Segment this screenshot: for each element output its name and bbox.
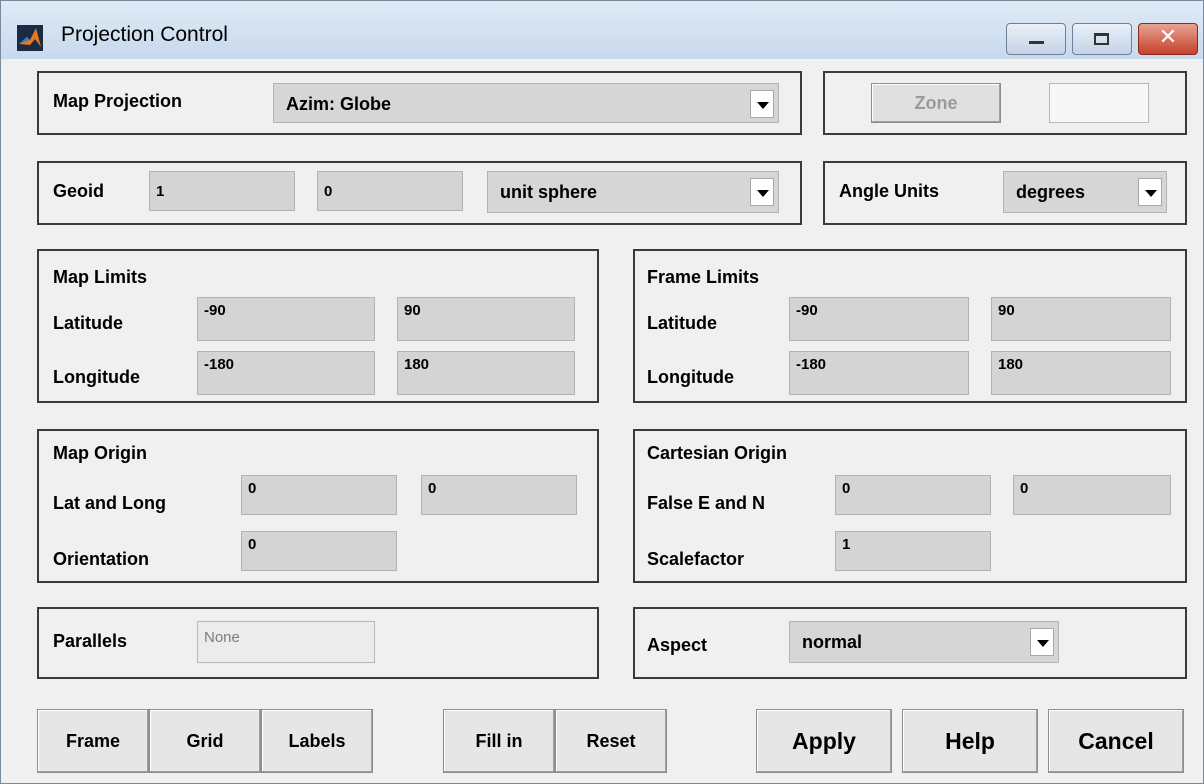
maximize-button[interactable] — [1072, 23, 1132, 55]
minimize-icon — [1029, 41, 1044, 44]
map-lon-min-field[interactable]: -180 — [197, 351, 375, 395]
apply-button[interactable]: Apply — [756, 709, 892, 773]
restore-icon — [1094, 33, 1109, 45]
zone-button[interactable]: Zone — [871, 83, 1001, 123]
cancel-button[interactable]: Cancel — [1048, 709, 1184, 773]
frame-lat-max-field[interactable]: 90 — [991, 297, 1171, 341]
chevron-down-icon — [1138, 178, 1162, 206]
angle-units-dropdown[interactable]: degrees — [1003, 171, 1167, 213]
geoid-semimajor-field[interactable]: 1 — [149, 171, 295, 211]
map-latitude-label: Latitude — [53, 313, 123, 333]
lat-and-long-label: Lat and Long — [53, 493, 166, 513]
cartesian-origin-panel: Cartesian Origin False E and N Scalefact… — [633, 429, 1187, 583]
scalefactor-field[interactable]: 1 — [835, 531, 991, 571]
map-limits-title: Map Limits — [53, 267, 148, 287]
dialog-content: Map Projection Azim: Globe Zone Geoid 1 … — [1, 59, 1203, 783]
map-origin-panel: Map Origin Lat and Long Orientation 0 0 … — [37, 429, 599, 583]
cartesian-origin-title: Cartesian Origin — [647, 443, 788, 463]
scalefactor-label: Scalefactor — [647, 549, 745, 569]
frame-latitude-label: Latitude — [647, 313, 717, 333]
false-northing-field[interactable]: 0 — [1013, 475, 1171, 515]
parallels-label: Parallels — [53, 631, 128, 651]
map-lat-min-field[interactable]: -90 — [197, 297, 375, 341]
frame-limits-panel: Frame Limits Latitude Longitude -90 90 -… — [633, 249, 1187, 403]
false-e-and-n-label: False E and N — [647, 493, 766, 513]
parallels-field[interactable]: None — [197, 621, 375, 663]
parallels-panel: Parallels None — [37, 607, 599, 679]
frame-lon-max-field[interactable]: 180 — [991, 351, 1171, 395]
geoid-panel: Geoid 1 0 unit sphere — [37, 161, 802, 225]
map-limits-panel: Map Limits Latitude Longitude -90 90 -18… — [37, 249, 599, 403]
map-projection-label: Map Projection — [53, 91, 183, 111]
angle-units-value: degrees — [1016, 182, 1086, 202]
fill-in-button[interactable]: Fill in — [443, 709, 555, 773]
frame-lon-min-field[interactable]: -180 — [789, 351, 969, 395]
help-button[interactable]: Help — [902, 709, 1038, 773]
map-lon-max-field[interactable]: 180 — [397, 351, 575, 395]
aspect-panel: Aspect normal — [633, 607, 1187, 679]
aspect-label: Aspect — [647, 635, 708, 655]
frame-button[interactable]: Frame — [37, 709, 149, 773]
orientation-field[interactable]: 0 — [241, 531, 397, 571]
reset-button[interactable]: Reset — [555, 709, 667, 773]
ellipsoid-value: unit sphere — [500, 182, 598, 202]
geoid-label: Geoid — [53, 181, 105, 201]
labels-button[interactable]: Labels — [261, 709, 373, 773]
map-projection-value: Azim: Globe — [286, 94, 392, 114]
origin-long-field[interactable]: 0 — [421, 475, 577, 515]
close-icon: ✕ — [1158, 25, 1178, 50]
frame-longitude-label: Longitude — [647, 367, 734, 387]
zone-input[interactable] — [1049, 83, 1149, 123]
angle-units-panel: Angle Units degrees — [823, 161, 1187, 225]
orientation-label: Orientation — [53, 549, 150, 569]
close-button[interactable]: ✕ — [1138, 23, 1198, 55]
false-easting-field[interactable]: 0 — [835, 475, 991, 515]
frame-lat-min-field[interactable]: -90 — [789, 297, 969, 341]
map-longitude-label: Longitude — [53, 367, 140, 387]
chevron-down-icon — [1030, 628, 1054, 656]
aspect-dropdown[interactable]: normal — [789, 621, 1059, 663]
map-projection-panel: Map Projection Azim: Globe — [37, 71, 802, 135]
window-title: Projection Control — [61, 23, 228, 46]
matlab-logo-icon — [17, 25, 43, 51]
title-bar[interactable]: Projection Control ✕ — [1, 1, 1203, 59]
geoid-eccentricity-field[interactable]: 0 — [317, 171, 463, 211]
map-projection-dropdown[interactable]: Azim: Globe — [273, 83, 779, 123]
frame-limits-title: Frame Limits — [647, 267, 760, 287]
chevron-down-icon — [750, 90, 774, 118]
projection-control-window: Projection Control ✕ Map Projection Azim… — [0, 0, 1204, 784]
map-lat-max-field[interactable]: 90 — [397, 297, 575, 341]
chevron-down-icon — [750, 178, 774, 206]
grid-button[interactable]: Grid — [149, 709, 261, 773]
map-origin-title: Map Origin — [53, 443, 147, 463]
aspect-value: normal — [802, 632, 863, 652]
origin-lat-field[interactable]: 0 — [241, 475, 397, 515]
zone-panel: Zone — [823, 71, 1187, 135]
minimize-button[interactable] — [1006, 23, 1066, 55]
angle-units-label: Angle Units — [839, 181, 940, 201]
ellipsoid-dropdown[interactable]: unit sphere — [487, 171, 779, 213]
